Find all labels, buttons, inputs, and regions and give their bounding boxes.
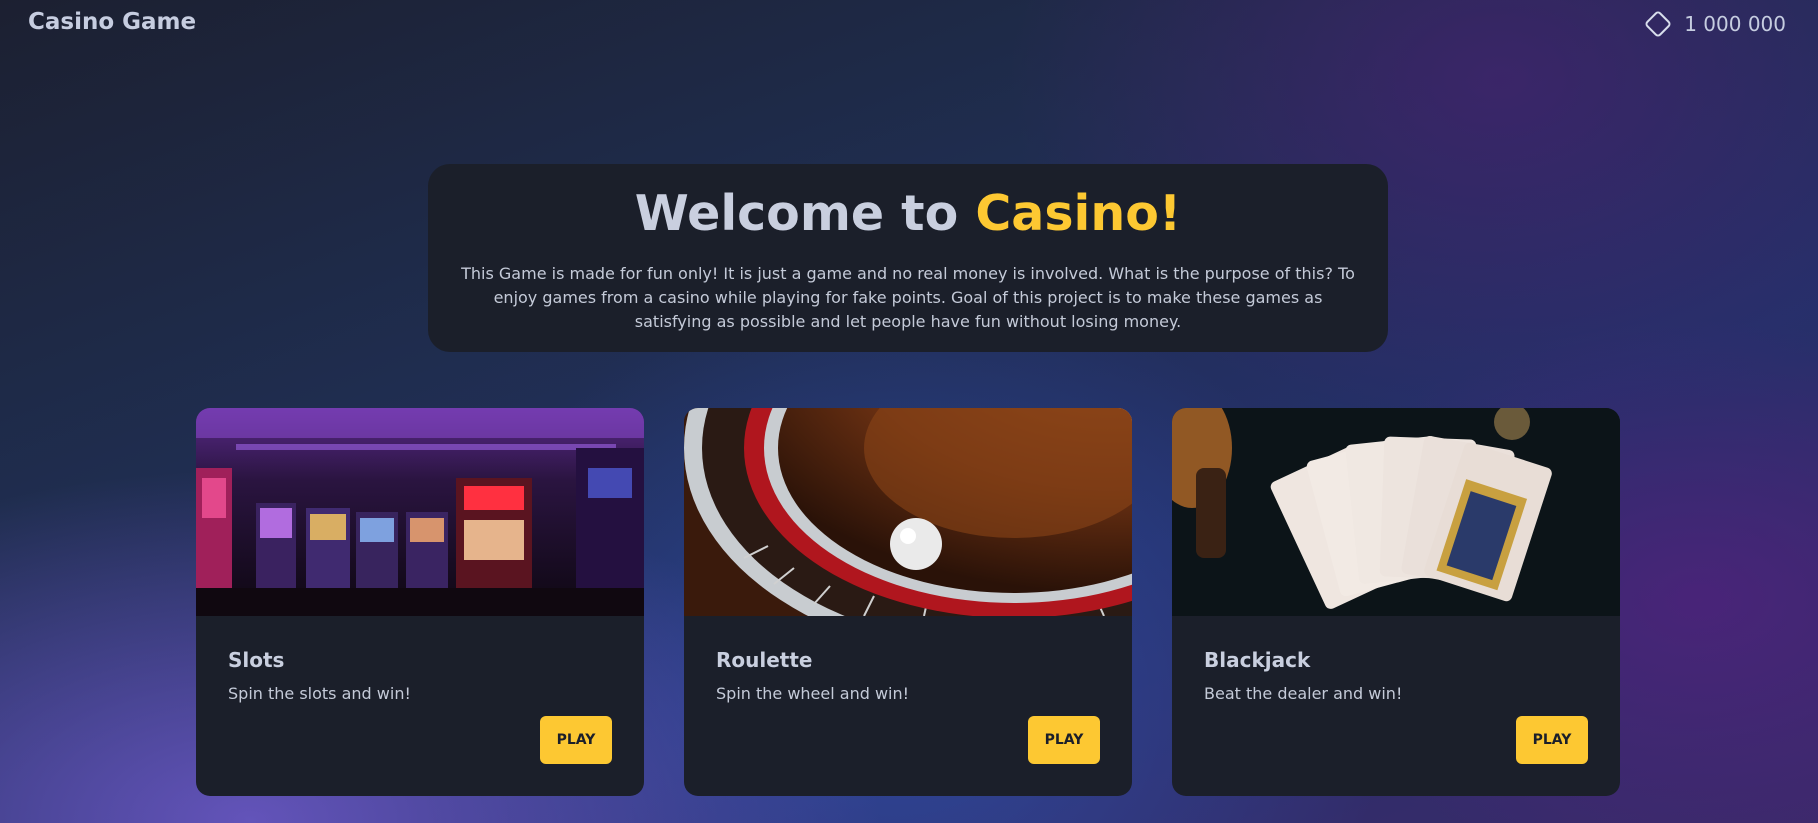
balance-value: 1 000 000 — [1684, 12, 1786, 36]
game-card-blackjack: Blackjack Beat the dealer and win! PLAY — [1172, 408, 1620, 796]
card-title: Slots — [228, 648, 285, 672]
slot-machines-image — [196, 408, 644, 616]
play-slots-button[interactable]: PLAY — [540, 716, 612, 764]
play-roulette-button[interactable]: PLAY — [1028, 716, 1100, 764]
card-title: Roulette — [716, 648, 813, 672]
play-blackjack-button[interactable]: PLAY — [1516, 716, 1588, 764]
card-description: Spin the slots and win! — [228, 684, 411, 703]
brand-title[interactable]: Casino Game — [28, 9, 196, 35]
balance: 1 000 000 — [1642, 8, 1786, 40]
welcome-title-accent: Casino! — [975, 185, 1182, 242]
card-description: Spin the wheel and win! — [716, 684, 910, 703]
roulette-wheel-image — [684, 408, 1132, 616]
welcome-title: Welcome to Casino! — [458, 184, 1358, 244]
welcome-text: This Game is made for fun only! It is ju… — [461, 264, 1355, 331]
card-title: Blackjack — [1204, 648, 1311, 672]
diamond-icon — [1645, 11, 1671, 37]
welcome-title-prefix: Welcome to — [634, 185, 976, 242]
top-bar: Casino Game 1 000 000 — [0, 0, 1818, 48]
welcome-panel: Welcome to Casino! This Game is made for… — [428, 164, 1388, 352]
game-card-slots: Slots Spin the slots and win! PLAY — [196, 408, 644, 796]
card-description: Beat the dealer and win! — [1204, 684, 1403, 703]
game-cards: Slots Spin the slots and win! PLAY Roule… — [196, 408, 1620, 796]
game-card-roulette: Roulette Spin the wheel and win! PLAY — [684, 408, 1132, 796]
playing-cards-image — [1172, 408, 1620, 616]
